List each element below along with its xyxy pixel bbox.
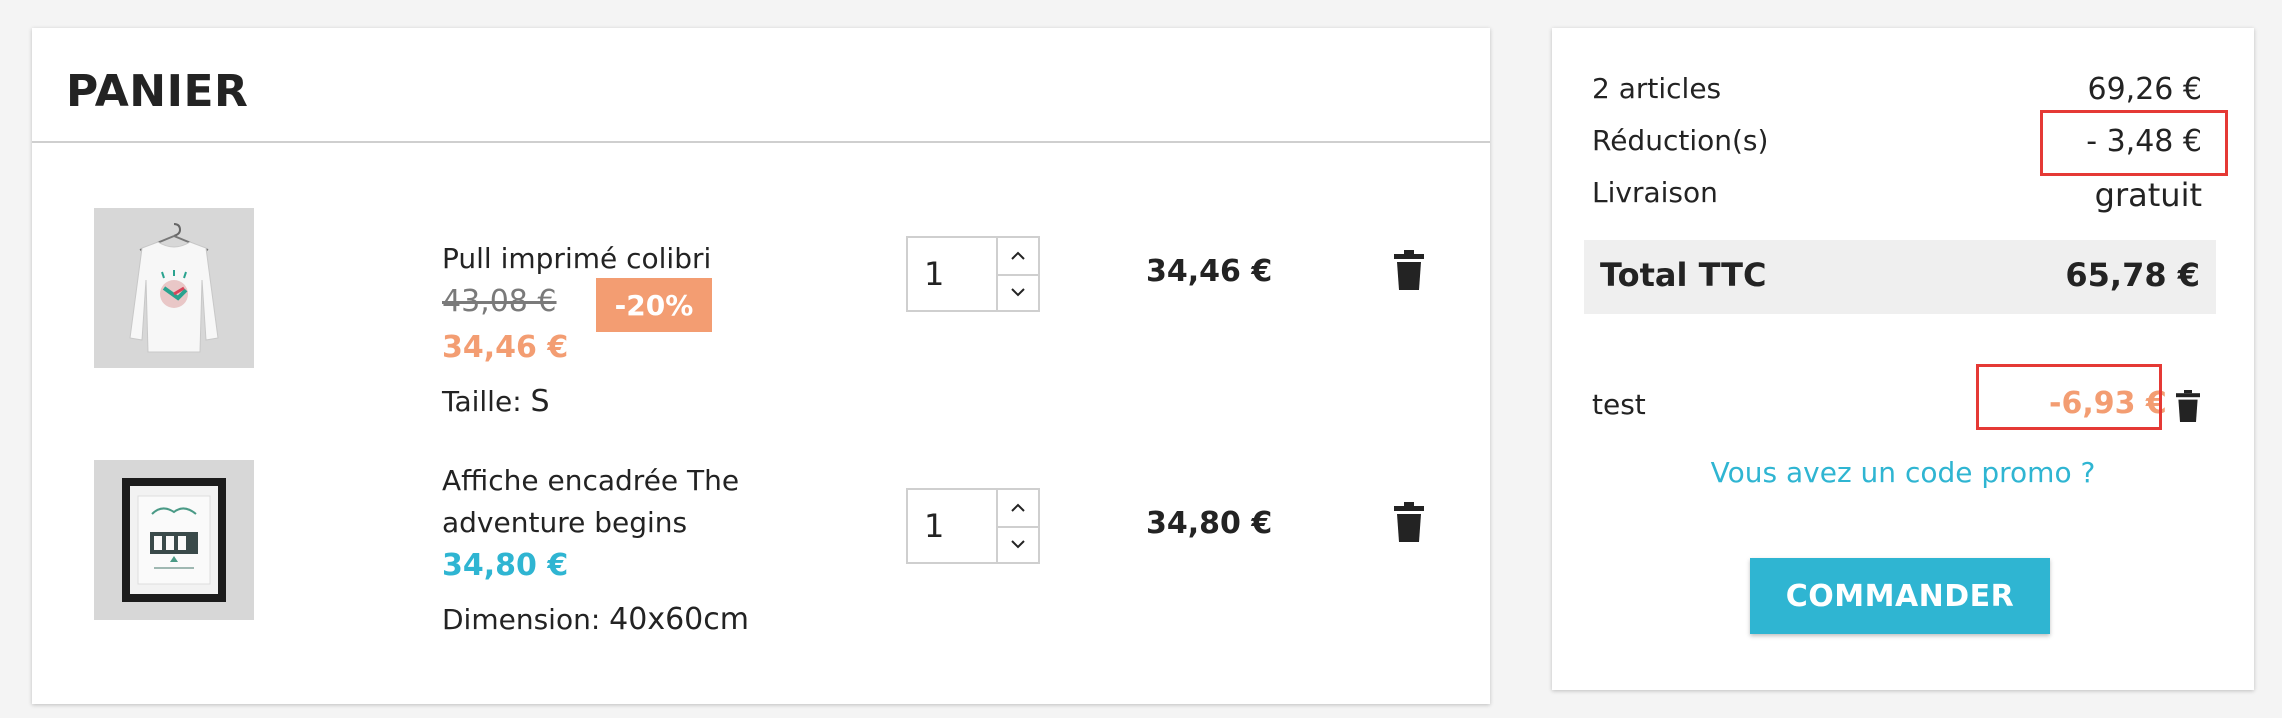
quantity-stepper bbox=[906, 488, 1040, 564]
product-attribute: Dimension: 40x60cm bbox=[442, 602, 749, 637]
cart-card: PANIER Pull imprimé colibri 43,08 € -20%… bbox=[32, 28, 1490, 704]
line-total: 34,80 € bbox=[1146, 506, 1273, 541]
quantity-decrease-button[interactable] bbox=[998, 274, 1038, 310]
product-name[interactable]: Pull imprimé colibri bbox=[442, 238, 772, 280]
reduction-highlight-box bbox=[2040, 110, 2228, 176]
reduction-label: Réduction(s) bbox=[1592, 124, 1769, 157]
quantity-input[interactable] bbox=[908, 490, 1002, 562]
total-row: Total TTC 65,78 € bbox=[1584, 240, 2216, 314]
shipping-value: gratuit bbox=[2094, 176, 2202, 214]
articles-label: 2 articles bbox=[1592, 72, 1722, 105]
product-thumbnail-poster[interactable] bbox=[94, 460, 254, 620]
articles-value: 69,26 € bbox=[2087, 72, 2202, 107]
checkout-button[interactable]: COMMANDER bbox=[1750, 558, 2050, 634]
product-name[interactable]: Affiche encadrée The adventure begins bbox=[442, 460, 772, 544]
trash-icon bbox=[1394, 502, 1424, 542]
cart-item: Pull imprimé colibri 43,08 € -20% 34,46 … bbox=[32, 208, 1490, 419]
cart-item: Affiche encadrée The adventure begins 34… bbox=[32, 460, 1490, 660]
chevron-up-icon bbox=[1011, 251, 1025, 260]
cart-title: PANIER bbox=[66, 66, 249, 117]
line-total: 34,46 € bbox=[1146, 254, 1273, 289]
promo-code-link[interactable]: Vous avez un code promo ? bbox=[1552, 456, 2254, 489]
voucher-highlight-box bbox=[1976, 364, 2162, 430]
cart-divider bbox=[32, 141, 1490, 143]
summary-shipping-row: Livraison gratuit bbox=[1592, 176, 2202, 216]
total-label: Total TTC bbox=[1600, 256, 1767, 294]
discount-badge: -20% bbox=[596, 278, 712, 332]
attribute-value: S bbox=[530, 384, 550, 419]
trash-icon bbox=[1394, 250, 1424, 290]
sweater-image bbox=[129, 223, 219, 353]
quantity-buttons bbox=[996, 490, 1038, 562]
attribute-value: 40x60cm bbox=[609, 602, 749, 637]
summary-articles-row: 2 articles 69,26 € bbox=[1592, 72, 2202, 112]
remove-item-button[interactable] bbox=[1394, 502, 1428, 542]
voucher-name: test bbox=[1592, 388, 1646, 421]
framed-poster-image bbox=[122, 478, 226, 602]
product-price: 34,80 € bbox=[442, 548, 569, 583]
quantity-buttons bbox=[996, 238, 1038, 310]
quantity-stepper bbox=[906, 236, 1040, 312]
remove-item-button[interactable] bbox=[1394, 250, 1428, 290]
attribute-label: Dimension: bbox=[442, 603, 601, 636]
quantity-decrease-button[interactable] bbox=[998, 526, 1038, 562]
product-price: 34,46 € bbox=[442, 330, 569, 365]
product-thumbnail-sweater[interactable] bbox=[94, 208, 254, 368]
product-attribute: Taille: S bbox=[442, 384, 550, 419]
quantity-increase-button[interactable] bbox=[998, 238, 1038, 276]
chevron-down-icon bbox=[1011, 288, 1025, 297]
trash-icon bbox=[2176, 390, 2200, 422]
attribute-label: Taille: bbox=[442, 385, 522, 418]
quantity-input[interactable] bbox=[908, 238, 1002, 310]
chevron-up-icon bbox=[1011, 503, 1025, 512]
quantity-increase-button[interactable] bbox=[998, 490, 1038, 528]
chevron-down-icon bbox=[1011, 540, 1025, 549]
product-old-price: 43,08 € bbox=[442, 284, 557, 319]
remove-voucher-button[interactable] bbox=[2176, 390, 2204, 426]
total-value: 65,78 € bbox=[2065, 256, 2200, 294]
cart-summary-card: 2 articles 69,26 € Réduction(s) - 3,48 €… bbox=[1552, 28, 2254, 690]
shipping-label: Livraison bbox=[1592, 176, 1718, 209]
